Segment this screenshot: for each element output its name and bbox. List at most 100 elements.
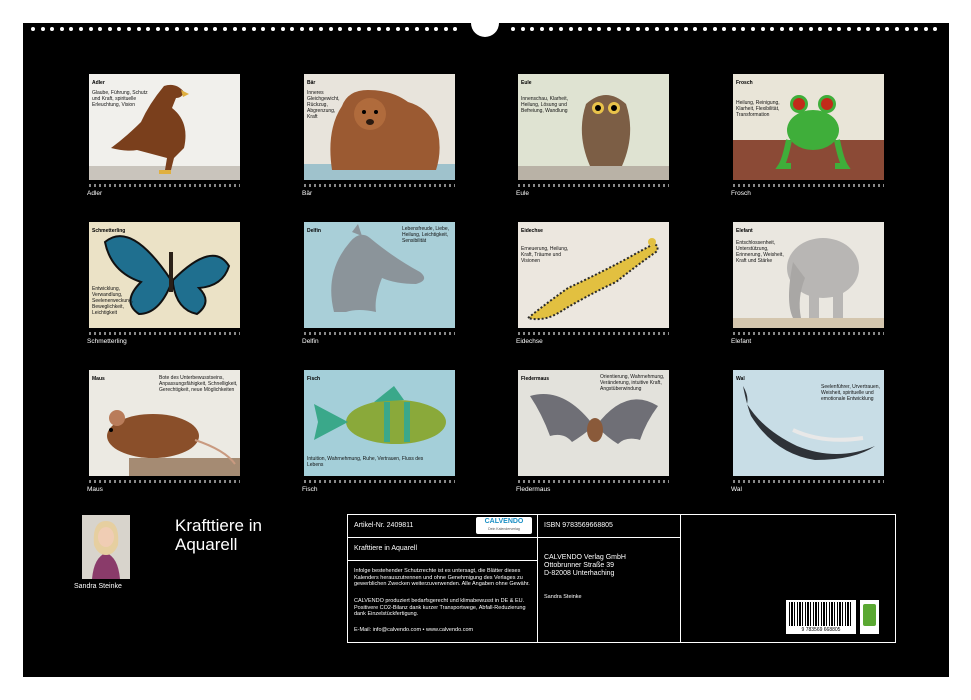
- painting-frosch: Frosch Heilung, Reinigung, Klarheit, Fle…: [733, 74, 884, 180]
- tile-title: Eidechse: [521, 228, 543, 234]
- title-line-2: Aquarell: [175, 535, 238, 554]
- binding-hole: [703, 27, 707, 31]
- binding-hole: [136, 27, 141, 31]
- tile-description: Inneres Gleichgewicht, Rückzug, Abgrenzu…: [307, 90, 340, 120]
- binding-hole: [309, 27, 314, 31]
- tile-caption: Bär: [302, 190, 313, 197]
- date-strip: [518, 184, 669, 187]
- binding-hole: [271, 27, 275, 31]
- date-strip: [733, 332, 884, 335]
- leaf-icon: [863, 604, 876, 626]
- tile-description: Seelenführer, Urvertrauen, Weisheit, spi…: [821, 384, 880, 402]
- binding-hole: [424, 27, 429, 31]
- date-strip: [733, 184, 884, 187]
- binding-hole: [223, 27, 227, 31]
- author-portrait: [82, 515, 130, 579]
- painting-schmetterling: Schmetterling Entwicklung, Verwandlung, …: [89, 222, 240, 328]
- tile-title: Fisch: [307, 376, 321, 382]
- binding-hole: [674, 27, 679, 31]
- binding-hole: [232, 27, 237, 31]
- date-strip: [89, 184, 240, 187]
- tile-description: Innenschau, Klarheit, Heilung, Lösung un…: [521, 96, 568, 114]
- tile-description: Entwicklung, Verwandlung, Seelenerweckun…: [92, 286, 134, 316]
- barcode-bars: [789, 602, 853, 626]
- binding-hole: [165, 27, 170, 31]
- binding-hole: [386, 27, 391, 31]
- tile-description: Glaube, Führung, Schutz und Kraft, spiri…: [92, 90, 148, 108]
- author-name: Sandra Steinke: [74, 583, 122, 590]
- binding-hole: [539, 27, 544, 31]
- binding-hole: [799, 27, 803, 31]
- binding-hole: [683, 27, 688, 31]
- binding-hole: [885, 27, 890, 31]
- binding-hole: [338, 27, 343, 31]
- tile-caption: Schmetterling: [87, 338, 127, 345]
- isbn: ISBN 9783569668805: [544, 522, 613, 529]
- binding-hole: [415, 27, 419, 31]
- article-number: Artikel-Nr. 2409811: [354, 522, 414, 529]
- tile-title: Maus: [92, 376, 105, 382]
- binding-hole: [376, 27, 381, 31]
- painting-eidechse: Eidechse Erneuerung, Heilung, Kraft, Trä…: [518, 222, 669, 328]
- binding-hole: [578, 27, 583, 31]
- eco-label: [860, 600, 879, 634]
- binding-hole: [107, 27, 112, 31]
- binding-hole: [635, 27, 640, 31]
- binding-hole: [184, 27, 189, 31]
- binding-hole: [847, 27, 851, 31]
- binding-hole: [155, 27, 160, 31]
- binding-hole: [559, 27, 563, 31]
- painting-elefant: Elefant Entschlossenheit, Unterstützung,…: [733, 222, 884, 328]
- binding-hole: [328, 27, 333, 31]
- date-strip: [304, 332, 455, 335]
- binding-hole: [751, 27, 755, 31]
- painting-fledermaus: Fledermaus Orientierung, Wahrnehmung, Ve…: [518, 370, 669, 476]
- date-strip: [89, 480, 240, 483]
- binding-hole: [808, 27, 813, 31]
- barcode-number: 9 783569 668805: [801, 627, 841, 633]
- tile-title: Frosch: [736, 80, 753, 86]
- tile-caption: Eidechse: [516, 338, 543, 345]
- divider: [680, 515, 681, 642]
- frog-illustration: [733, 95, 884, 180]
- binding-hole: [453, 27, 458, 31]
- binding-hole: [712, 27, 717, 31]
- info-author: Sandra Steinke: [544, 594, 582, 600]
- binding-hole: [597, 27, 602, 31]
- divider: [537, 515, 538, 642]
- publisher-name: CALVENDO Verlag GmbH: [544, 554, 626, 561]
- painting-delfin: Delfin Lebensfreude, Liebe, Heilung, Lei…: [304, 222, 455, 328]
- elephant-illustration: [733, 238, 884, 328]
- date-strip: [733, 480, 884, 483]
- binding-hole: [779, 27, 784, 31]
- binding-hole: [923, 27, 928, 31]
- binding-hole: [146, 27, 151, 31]
- binding-hole: [587, 27, 592, 31]
- painting-maus: Maus Bote des Unterbewusstseins, Anpassu…: [89, 370, 240, 476]
- painting-fisch: Fisch Intuition, Wahrnehmung, Ruhe, Vert…: [304, 370, 455, 476]
- date-strip: [304, 184, 455, 187]
- tile-caption: Wal: [731, 486, 742, 493]
- binding-hole: [261, 27, 266, 31]
- binding-hole: [79, 27, 83, 31]
- binding-hole: [59, 27, 64, 31]
- date-strip: [518, 332, 669, 335]
- tile-caption: Elefant: [731, 338, 752, 345]
- product-title: Krafttiere in Aquarell: [354, 545, 418, 552]
- calvendo-logo: CALVENDO Dein Kalenderverlag: [476, 517, 532, 534]
- binding-hole: [50, 27, 55, 31]
- binding-hole: [357, 27, 362, 31]
- binding-hole: [722, 27, 727, 31]
- calendar-title: Krafttiere in Aquarell: [175, 516, 262, 554]
- author-photo: [82, 515, 130, 579]
- tile-title: Schmetterling: [92, 228, 126, 234]
- binding-hole: [904, 27, 909, 31]
- binding-hole: [520, 27, 525, 31]
- binding-hole: [827, 27, 832, 31]
- divider: [537, 537, 680, 538]
- painting-eule: Eule Innenschau, Klarheit, Heilung, Lösu…: [518, 74, 669, 180]
- binding-hole: [40, 27, 45, 31]
- tile-title: Bär: [307, 80, 316, 86]
- lizard-illustration: [525, 238, 659, 321]
- binding-hole: [530, 27, 535, 31]
